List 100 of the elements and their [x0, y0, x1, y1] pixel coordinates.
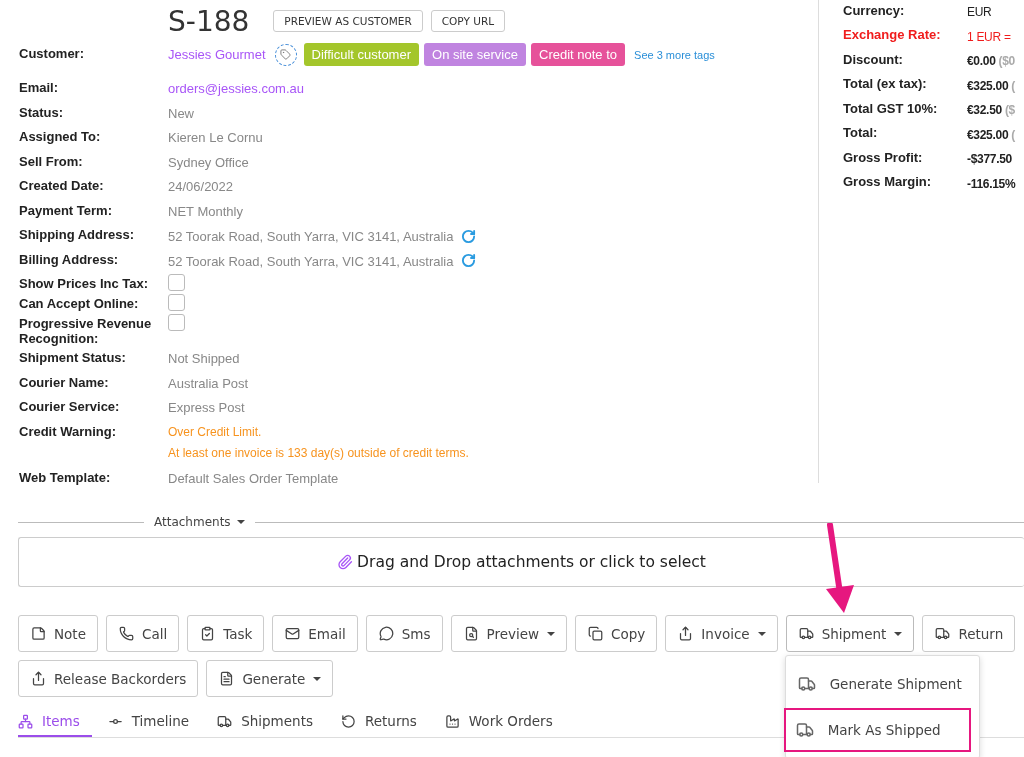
tab[interactable]: Work Orders	[444, 709, 565, 737]
tab[interactable]: Timeline	[107, 709, 202, 737]
field-label: Shipment Status:	[19, 349, 127, 365]
field-value: New	[168, 104, 195, 121]
customer-tag: Credit note to	[531, 43, 626, 66]
tab[interactable]: Items	[18, 709, 92, 737]
tab[interactable]: Shipments	[217, 709, 325, 737]
truck-icon	[935, 626, 951, 641]
dropzone-text: Drag and Drop attachments or click to select	[357, 553, 706, 571]
summary-label: Discount:	[843, 51, 904, 67]
field-value: Express Post	[168, 399, 246, 415]
field-label: Courier Service:	[19, 398, 121, 414]
menu-item[interactable]: Mark As Shipped	[783, 708, 971, 752]
email-link[interactable]: orders@jessies.com.au	[168, 76, 818, 96]
toolbar-button[interactable]: Task	[187, 615, 265, 652]
summary-value: 1 EUR =	[967, 29, 1011, 44]
field-value: Default Sales Order Template	[168, 469, 340, 486]
summary-secondary-value: (	[1011, 78, 1015, 93]
share-icon	[31, 671, 46, 686]
field-value: Not Shipped	[168, 350, 241, 366]
clipboard-icon	[200, 626, 216, 641]
field-label: Show Prices Inc Tax:	[19, 275, 150, 291]
share-icon	[678, 626, 694, 641]
summary-value: -116.15%	[967, 176, 1016, 191]
truck-icon	[798, 626, 814, 641]
summary-secondary-value: ($	[1004, 103, 1015, 118]
caret-icon	[757, 631, 766, 636]
caret-icon	[313, 676, 322, 681]
tab[interactable]: Returns	[340, 709, 429, 737]
summary-label: Currency:	[843, 2, 906, 18]
field-label: Courier Name:	[19, 373, 110, 390]
toolbar-button[interactable]: Email	[272, 615, 358, 652]
credit-warning-text: Over Credit Limit.	[168, 424, 263, 440]
address-value: 52 Toorak Road, South Yarra, VIC 3141, Australia	[168, 228, 454, 244]
hierarchy-icon	[18, 713, 33, 729]
checkbox[interactable]	[168, 294, 185, 311]
field-label: Sell From:	[19, 152, 84, 169]
field-label: Progressive Revenue Recognition:	[19, 315, 153, 346]
envelope-icon	[285, 626, 301, 641]
menu-item[interactable]: Generate Shipment	[785, 662, 979, 706]
toolbar-button[interactable]: Preview	[450, 615, 568, 652]
summary-label: Total GST 10%:	[843, 100, 939, 116]
summary-value: €325.00	[967, 127, 1009, 142]
caret-icon	[894, 631, 903, 636]
attachment-dropzone[interactable]: Drag and Drop attachments or click to select	[18, 537, 1024, 587]
field-label: Billing Address:	[19, 250, 120, 267]
factory-icon	[444, 713, 460, 729]
field-value: 24/06/2022	[168, 178, 235, 194]
field-label: Status:	[19, 103, 65, 120]
field-label: Assigned To:	[19, 128, 102, 144]
field-value: Australia Post	[168, 374, 250, 391]
toolbar-button[interactable]: Return	[922, 615, 1016, 652]
summary-secondary-value: ($0	[998, 54, 1015, 69]
more-tags-link[interactable]: See 3 more tags	[634, 48, 715, 61]
field-label: Credit Warning:	[19, 422, 117, 439]
checkbox[interactable]	[168, 314, 185, 331]
toolbar-button[interactable]: Copy	[575, 615, 658, 652]
caret-icon	[547, 631, 556, 636]
summary-label: Total (ex tax):	[843, 76, 928, 92]
document-icon	[219, 671, 235, 686]
field-label: Web Template:	[19, 468, 112, 485]
summary-label: Exchange Rate:	[843, 27, 942, 43]
truck-icon	[795, 721, 814, 739]
field-value: NET Monthly	[168, 202, 244, 219]
document-search-icon	[463, 626, 479, 641]
summary-value: €0.00	[967, 54, 996, 69]
address-value: 52 Toorak Road, South Yarra, VIC 3141, Australia	[168, 252, 454, 269]
summary-value: €32.50	[967, 103, 1002, 118]
truck-icon	[217, 713, 233, 729]
field-label: Created Date:	[19, 177, 105, 193]
truck-icon	[797, 675, 816, 693]
summary-label: Total:	[843, 125, 879, 141]
summary-value: €325.00	[967, 78, 1009, 93]
note-icon	[31, 626, 46, 641]
toolbar-button[interactable]: Shipment	[785, 615, 915, 652]
field-label: Can Accept Online:	[19, 295, 140, 311]
undo-icon	[340, 713, 356, 729]
credit-warning-text: At least one invoice is 133 day(s) outside of credit terms.	[168, 445, 470, 461]
customer-link[interactable]: Jessies Gourmet	[168, 47, 266, 62]
copy-icon	[588, 626, 604, 641]
toolbar-button[interactable]: Release Backorders	[18, 660, 199, 697]
toolbar-button[interactable]: Sms	[365, 615, 443, 652]
phone-icon	[118, 626, 134, 641]
toolbar-button[interactable]: Call	[105, 615, 180, 652]
field-value: Kieren Le Cornu	[168, 129, 264, 145]
summary-secondary-value: (	[1011, 127, 1015, 142]
chat-bubble-icon	[378, 626, 394, 641]
header-button[interactable]: COPY URL	[430, 10, 506, 32]
field-label: Payment Term:	[19, 201, 113, 218]
toolbar-button[interactable]: Note	[18, 615, 98, 652]
checkbox[interactable]	[168, 274, 185, 291]
field-label: Shipping Address:	[19, 226, 136, 242]
attachments-toggle[interactable]: Attachments	[152, 515, 247, 529]
toolbar-button[interactable]: Invoice	[665, 615, 778, 652]
summary-value: EUR	[967, 5, 992, 20]
header-button[interactable]: PREVIEW AS CUSTOMER	[273, 10, 423, 32]
field-label: Customer:	[19, 45, 85, 61]
summary-value: -$377.50	[967, 152, 1012, 167]
summary-label: Gross Margin:	[843, 174, 933, 190]
toolbar-button[interactable]: Generate	[206, 660, 334, 697]
